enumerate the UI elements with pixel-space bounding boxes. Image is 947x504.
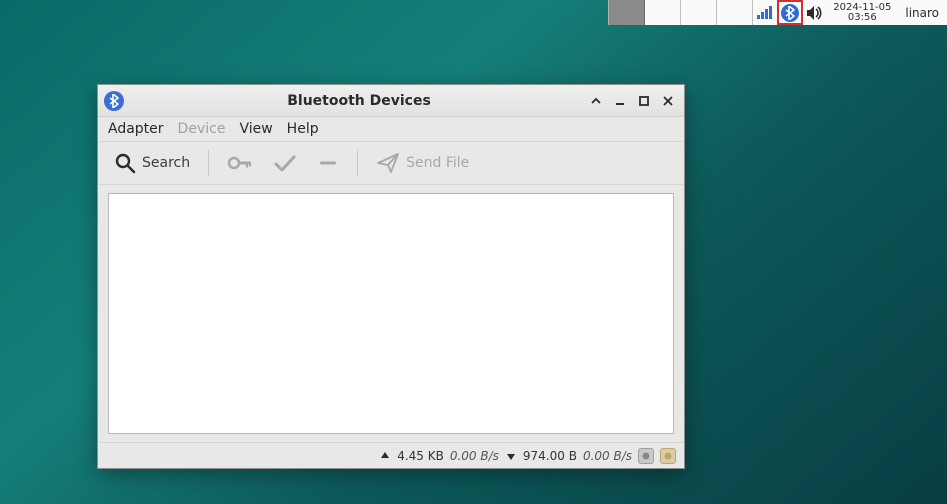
- upload-rate: 0.00 B/s: [450, 449, 499, 463]
- window-title: Bluetooth Devices: [130, 93, 588, 109]
- bluetooth-app-icon: [104, 91, 124, 111]
- status-indicator-2[interactable]: [660, 448, 676, 464]
- bluetooth-devices-window: Bluetooth Devices Adapter Device View He…: [97, 84, 685, 469]
- toolbar: Search: [98, 142, 684, 185]
- search-label: Search: [142, 155, 190, 171]
- taskbar-slot[interactable]: [717, 0, 753, 25]
- trust-button: [267, 149, 303, 177]
- window-controls: [588, 93, 678, 109]
- titlebar[interactable]: Bluetooth Devices: [98, 85, 684, 117]
- statusbar: 4.45 KB 0.00 B/s 974.00 B 0.00 B/s: [98, 442, 684, 468]
- menu-help[interactable]: Help: [287, 121, 319, 137]
- network-tray-icon[interactable]: [753, 0, 777, 25]
- pair-key-button: [221, 149, 259, 177]
- user-label: linaro: [905, 6, 939, 20]
- rollup-button[interactable]: [588, 93, 604, 109]
- upload-arrow-icon: [379, 450, 391, 462]
- toolbar-separator: [357, 150, 358, 176]
- user-menu[interactable]: linaro: [897, 0, 947, 25]
- download-arrow-icon: [505, 450, 517, 462]
- download-total: 974.00 B: [523, 449, 577, 463]
- menubar: Adapter Device View Help: [98, 117, 684, 142]
- taskbar-slot[interactable]: [645, 0, 681, 25]
- minus-icon: [317, 153, 339, 173]
- send-file-label: Send File: [406, 155, 469, 171]
- clock-date: 2024-11-05: [833, 3, 891, 13]
- menu-device: Device: [178, 121, 226, 137]
- toolbar-separator: [208, 150, 209, 176]
- device-list[interactable]: [108, 193, 674, 434]
- taskbar-slot-active[interactable]: [609, 0, 645, 25]
- volume-tray-icon[interactable]: [803, 0, 827, 25]
- remove-button: [311, 149, 345, 177]
- status-indicator-1[interactable]: [638, 448, 654, 464]
- maximize-button[interactable]: [636, 93, 652, 109]
- clock[interactable]: 2024-11-05 03:56: [827, 0, 897, 25]
- download-rate: 0.00 B/s: [583, 449, 632, 463]
- key-icon: [227, 153, 253, 173]
- send-file-button: Send File: [370, 148, 475, 178]
- check-icon: [273, 153, 297, 173]
- top-panel: 2024-11-05 03:56 linaro: [608, 0, 947, 25]
- search-button[interactable]: Search: [108, 148, 196, 178]
- close-button[interactable]: [660, 93, 676, 109]
- send-icon: [376, 152, 400, 174]
- minimize-button[interactable]: [612, 93, 628, 109]
- taskbar-slot[interactable]: [681, 0, 717, 25]
- clock-time: 03:56: [848, 13, 877, 23]
- upload-total: 4.45 KB: [397, 449, 444, 463]
- menu-view[interactable]: View: [239, 121, 272, 137]
- search-icon: [114, 152, 136, 174]
- menu-adapter[interactable]: Adapter: [108, 121, 164, 137]
- bluetooth-tray-icon[interactable]: [777, 0, 803, 25]
